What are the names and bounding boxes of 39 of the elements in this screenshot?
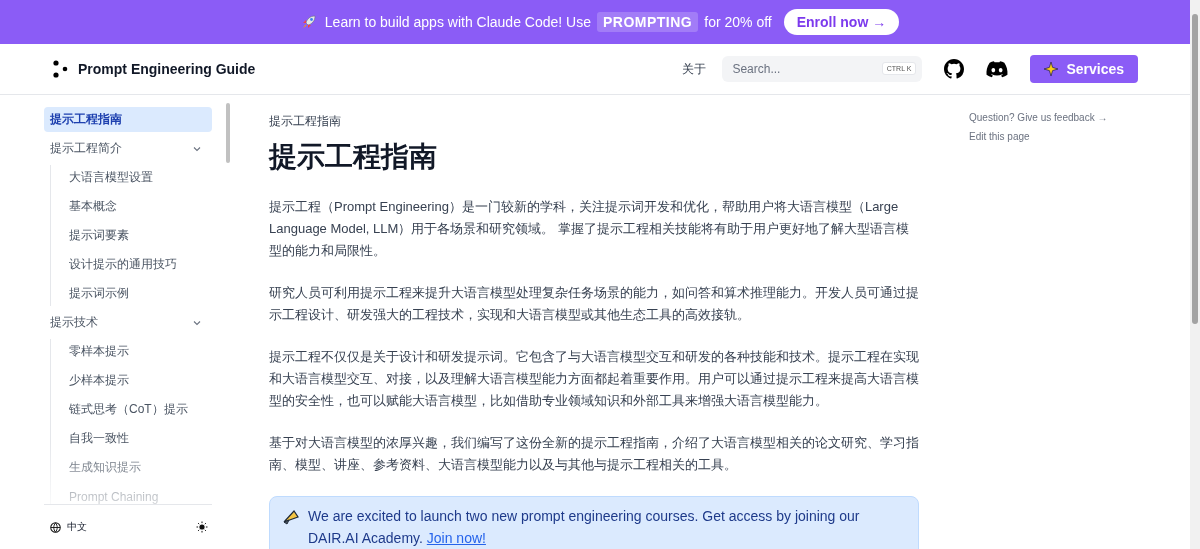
logo-icon: [52, 60, 70, 78]
enroll-button[interactable]: Enroll now →: [783, 9, 900, 35]
sidebar-item[interactable]: 基本概念: [63, 194, 212, 219]
megaphone-icon: [282, 508, 300, 526]
page-title: 提示工程指南: [269, 140, 438, 174]
sidebar-item[interactable]: 零样本提示: [63, 339, 212, 364]
sparkle-icon: [1044, 61, 1061, 77]
join-link[interactable]: Join now!: [426, 530, 486, 546]
promo-code: PROMPTING: [597, 12, 699, 32]
sidebar-item[interactable]: 链式思考（CoT）提示: [63, 397, 212, 422]
sidebar-item[interactable]: 提示词示例: [63, 281, 212, 306]
globe-icon: [50, 521, 61, 533]
sidebar-item[interactable]: 少样本提示: [63, 368, 212, 393]
rocket-icon: [300, 14, 317, 30]
paragraph: 提示工程（Prompt Engineering）是一门较新的学科，关注提示词开发和优化，帮助用户将大语言模型（Large Language Model, LLM）用于各场景和研究领域。 掌握了提示工程相关技能将有助于用户更好地了解大型语言模型的能力和局限性。: [269, 198, 910, 260]
site-title[interactable]: Prompt Engineering Guide: [78, 61, 256, 77]
about-link[interactable]: 关于: [682, 60, 707, 78]
sidebar-item[interactable]: 提示工程简介: [44, 136, 212, 161]
paragraph: 基于对大语言模型的浓厚兴趣，我们编写了这份全新的提示工程指南，介绍了大语言模型相关的论文研究、学习指南、模型、讲座、参考资料、大语言模型能力以及与其他与提示工程相关的工具。: [269, 434, 919, 474]
paragraph: 提示工程不仅仅是关于设计和研发提示词。它包含了与大语言模型交互和研发的各种技能和技术。提示工程在实现和大语言模型交互、对接，以及理解大语言模型能力方面都起着重要作用。用户可以通过提示工程来提高大语言模型的安全性，也可以赋能大语言模型，比如借助专业领域知识和外部工具来增强大语言模型能力。: [269, 348, 919, 410]
sidebar-item[interactable]: 提示工程指南: [44, 107, 212, 132]
sidebar-item[interactable]: 提示词要素: [63, 223, 212, 248]
sidebar-item[interactable]: 生成知识提示: [63, 455, 212, 480]
discord-icon[interactable]: [986, 60, 1009, 78]
banner-text: Learn to build apps with Claude Code! Use: [324, 14, 591, 30]
paragraph: 研究人员可利用提示工程来提升大语言模型处理复杂任务场景的能力，如问答和算术推理能力。开发人员可通过提示工程设计、研发强大的工程技术，实现和大语言模型或其他生态工具的高效接轨。: [269, 284, 919, 324]
sidebar-item[interactable]: 大语言模型设置: [63, 165, 212, 190]
banner-text: for 20% off: [704, 14, 772, 30]
sidebar-item[interactable]: 设计提示的通用技巧: [63, 252, 212, 277]
sun-icon[interactable]: [196, 521, 208, 533]
services-button[interactable]: Services: [1030, 55, 1138, 83]
language-switcher[interactable]: 中文: [50, 520, 87, 534]
github-icon[interactable]: [944, 59, 965, 79]
sidebar-item[interactable]: 提示技术: [44, 310, 212, 335]
toc-link[interactable]: Edit this page: [969, 131, 1030, 142]
callout-text: We are excited to launch two new prompt engineering courses. Get access by joining our DAIR.AI Academy. Join now!: [308, 507, 861, 548]
breadcrumb: 提示工程指南: [269, 113, 342, 130]
sidebar-item[interactable]: 自我一致性: [63, 426, 212, 451]
toc-link[interactable]: Question? Give us feedback →: [969, 112, 1108, 123]
